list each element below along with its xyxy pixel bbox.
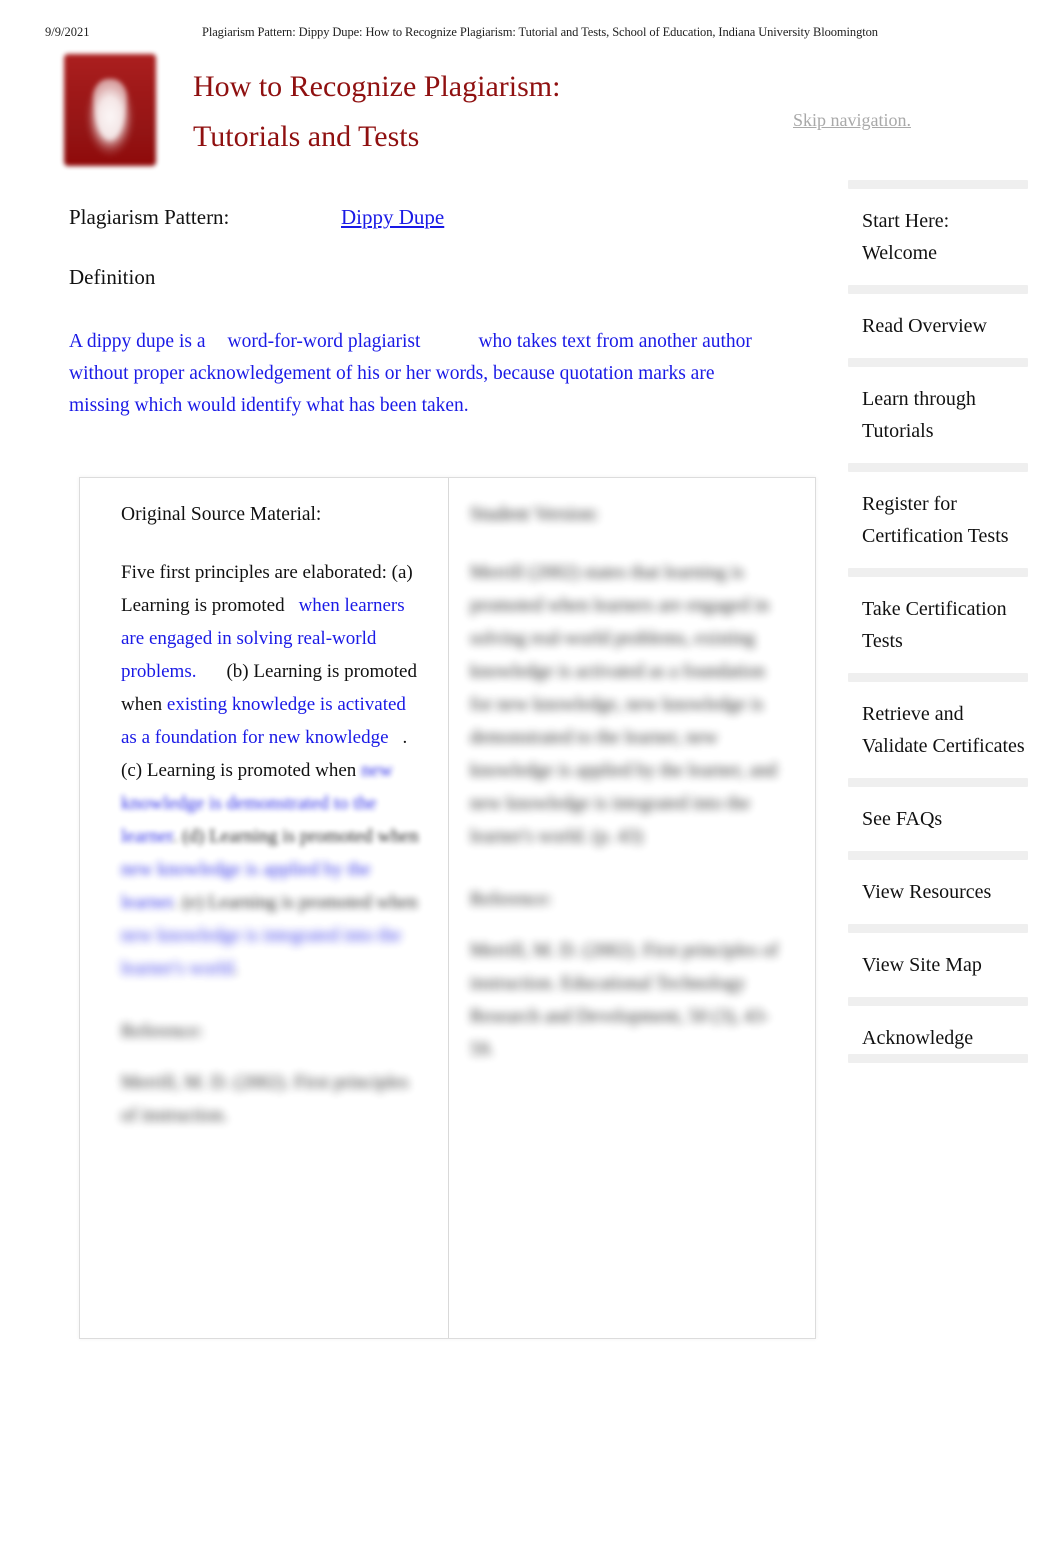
sidebar-item-retrieve-and-validate-certificates[interactable]: Retrieve and Validate Certificates (848, 682, 1028, 778)
source-segment-9: . (e) Learning is promoted when (172, 892, 418, 913)
original-source-body: Five first principles are elaborated: (a… (121, 556, 422, 985)
student-version-reference-body: Merrill, M. D. (2002). First principles … (470, 940, 779, 1060)
student-version-heading: Student Version: (470, 504, 600, 525)
site-title: How to Recognize Plagiarism: Tutorials a… (193, 62, 753, 162)
main-content: Plagiarism Pattern: Dippy Dupe Definitio… (69, 205, 829, 422)
definition-text: A dippy dupe is a word-for-word plagiaris… (69, 326, 769, 422)
sidebar-item-read-overview[interactable]: Read Overview (848, 294, 1028, 358)
nav-separator (848, 285, 1028, 294)
nav-separator (848, 463, 1028, 472)
nav-separator (848, 778, 1028, 787)
pattern-value-link[interactable]: Dippy Dupe (341, 205, 444, 230)
nav-separator (848, 1054, 1028, 1063)
nav-separator (848, 568, 1028, 577)
nav-separator (848, 673, 1028, 682)
sidebar-item-start-here[interactable]: Start Here: Welcome (848, 189, 1028, 285)
sidebar-item-learn-through-tutorials[interactable]: Learn through Tutorials (848, 367, 1028, 463)
original-source-column: Original Source Material: Five first pri… (80, 478, 449, 1338)
sidebar-item-take-certification-tests[interactable]: Take Certification Tests (848, 577, 1028, 673)
site-title-line-1: How to Recognize Plagiarism: (193, 70, 561, 103)
student-version-body: Merrill (2002) states that learning is p… (470, 562, 777, 847)
sidebar-item-view-site-map[interactable]: View Site Map (848, 933, 1028, 997)
source-segment-11: . (233, 958, 239, 979)
skip-navigation-link[interactable]: Skip navigation. (793, 110, 911, 131)
sidebar-item-view-resources[interactable]: View Resources (848, 860, 1028, 924)
print-date: 9/9/2021 (45, 25, 90, 39)
definition-heading: Definition (69, 265, 156, 289)
nav-separator (848, 180, 1028, 189)
original-source-heading: Original Source Material: (121, 504, 322, 525)
original-source-reference-heading: Reference: (121, 1021, 204, 1042)
print-header: 9/9/2021 Plagiarism Pattern: Dippy Dupe:… (0, 22, 1062, 42)
nav-separator (848, 924, 1028, 933)
comparison-table: Original Source Material: Five first pri… (79, 477, 816, 1339)
page-scrollbar[interactable] (1052, 0, 1062, 1556)
site-masthead: How to Recognize Plagiarism: Tutorials a… (0, 48, 1062, 178)
iu-trident-logo-icon[interactable] (64, 54, 156, 166)
sidebar-item-register-for-certification-tests[interactable]: Register for Certification Tests (848, 472, 1028, 568)
student-version-column: Student Version: Merrill (2002) states t… (449, 478, 815, 1338)
definition-part-1: A dippy dupe is a (69, 331, 206, 352)
source-segment-10: new knowledge is integrated into the lea… (121, 925, 402, 979)
nav-separator (848, 358, 1028, 367)
source-segment-4: existing knowledge is activated as a fou… (121, 694, 406, 748)
student-version-reference-heading: Reference: (470, 889, 553, 910)
print-page-title: Plagiarism Pattern: Dippy Dupe: How to R… (202, 25, 878, 39)
site-title-line-2: Tutorials and Tests (193, 120, 420, 153)
site-navigation: Start Here: Welcome Read Overview Learn … (848, 180, 1028, 1330)
logo-shield-shape (93, 78, 127, 141)
original-source-reference-body: Merrill, M. D. (2002). First principles … (121, 1072, 409, 1126)
pattern-row: Plagiarism Pattern: Dippy Dupe (69, 205, 829, 245)
nav-separator (848, 851, 1028, 860)
sidebar-item-acknowledge[interactable]: Acknowledge (848, 1006, 1028, 1054)
definition-part-2: word-for-word plagiarist (227, 331, 421, 352)
nav-separator (848, 997, 1028, 1006)
source-segment-7: . (d) Learning is promoted when (172, 826, 419, 847)
comparison-columns: Original Source Material: Five first pri… (80, 478, 815, 1338)
sidebar-item-see-faqs[interactable]: See FAQs (848, 787, 1028, 851)
pattern-label: Plagiarism Pattern: (69, 205, 230, 229)
